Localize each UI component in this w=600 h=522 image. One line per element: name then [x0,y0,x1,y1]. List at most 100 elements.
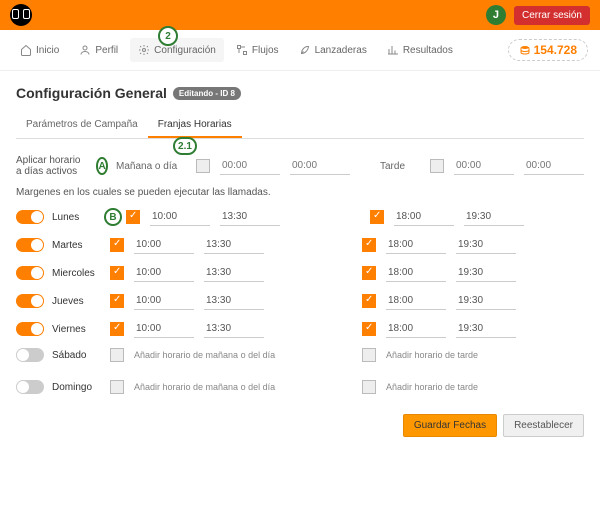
main-nav: Inicio Perfil Configuración Flujos Lanza… [0,30,600,71]
logout-button[interactable]: Cerrar sesión [514,6,590,25]
day-toggle-viernes[interactable] [16,322,44,336]
afternoon-end[interactable] [456,292,516,310]
apply-afternoon-start[interactable] [454,157,514,175]
add-morning-text: Añadir horario de mañana o del día [134,350,275,360]
balance-display: 154.728 [508,39,588,61]
morning-end[interactable] [220,208,280,226]
annotation-badge-b: B [104,208,122,226]
day-row-jueves: Jueves [16,292,584,310]
day-name: Martes [52,240,102,251]
day-row-martes: Martes [16,236,584,254]
nav-label: Flujos [252,45,279,56]
apply-label: Aplicar horario a días activos [16,155,88,177]
add-afternoon-text: Añadir horario de tarde [386,382,478,392]
title-text: Configuración General [16,85,167,101]
morning-checkbox[interactable] [110,322,124,336]
nav-label: Resultados [403,45,453,56]
nav-inicio[interactable]: Inicio [12,38,67,62]
day-row-domingo: Domingo Añadir horario de mañana o del dí… [16,380,584,394]
afternoon-end[interactable] [456,236,516,254]
afternoon-checkbox[interactable] [370,210,384,224]
afternoon-checkbox[interactable] [362,238,376,252]
nav-label: Lanzaderas [315,45,367,56]
apply-active-row: Aplicar horario a días activos A Mañana … [16,155,584,177]
apply-morning-checkbox[interactable] [196,159,210,173]
nav-flujos[interactable]: Flujos [228,38,287,62]
afternoon-start[interactable] [386,236,446,254]
subtabs: Parámetros de Campaña Franjas Horarias 2… [16,113,584,139]
nav-lanzaderas[interactable]: Lanzaderas [291,38,375,62]
day-toggle-domingo[interactable] [16,380,44,394]
morning-start[interactable] [134,264,194,282]
morning-checkbox[interactable] [110,238,124,252]
morning-start[interactable] [134,320,194,338]
morning-end[interactable] [204,320,264,338]
morning-start[interactable] [134,236,194,254]
afternoon-label: Tarde [380,161,420,172]
avatar[interactable]: J [486,5,506,25]
flow-icon [236,44,248,56]
coins-icon [519,44,531,56]
apply-morning-end[interactable] [290,157,350,175]
day-row-lunes: LunesB [16,208,584,226]
morning-end[interactable] [204,292,264,310]
day-row-viernes: Viernes [16,320,584,338]
tab-franjas[interactable]: Franjas Horarias [148,113,242,138]
day-row-sabado: Sábado Añadir horario de mañana o del día… [16,348,584,362]
afternoon-start[interactable] [386,264,446,282]
afternoon-end[interactable] [456,264,516,282]
nav-configuracion[interactable]: Configuración [130,38,224,62]
morning-start[interactable] [150,208,210,226]
editing-pill: Editando - ID 8 [173,87,241,100]
apply-morning-start[interactable] [220,157,280,175]
day-name: Viernes [52,324,102,335]
day-toggle-sabado[interactable] [16,348,44,362]
morning-checkbox[interactable] [110,348,124,362]
add-morning-text: Añadir horario de mañana o del día [134,382,275,392]
day-toggle-miercoles[interactable] [16,266,44,280]
apply-afternoon-checkbox[interactable] [430,159,444,173]
save-button[interactable]: Guardar Fechas [403,414,497,437]
morning-end[interactable] [204,236,264,254]
chart-icon [387,44,399,56]
afternoon-end[interactable] [464,208,524,226]
day-name: Sábado [52,350,102,361]
afternoon-start[interactable] [394,208,454,226]
apply-afternoon-end[interactable] [524,157,584,175]
day-name: Jueves [52,296,102,307]
reset-button[interactable]: Reestablecer [503,414,584,437]
margins-hint: Margenes en los cuales se pueden ejecuta… [16,187,584,198]
day-name: Miercoles [52,268,102,279]
balance-value: 154.728 [534,43,577,57]
nav-label: Configuración [154,45,216,56]
day-name: Domingo [52,382,102,393]
morning-checkbox[interactable] [110,380,124,394]
morning-end[interactable] [204,264,264,282]
morning-checkbox[interactable] [126,210,140,224]
top-bar: J Cerrar sesión [0,0,600,30]
morning-checkbox[interactable] [110,266,124,280]
nav-label: Perfil [95,45,118,56]
home-icon [20,44,32,56]
morning-checkbox[interactable] [110,294,124,308]
tab-parametros[interactable]: Parámetros de Campaña [16,113,148,138]
afternoon-checkbox[interactable] [362,380,376,394]
day-toggle-martes[interactable] [16,238,44,252]
afternoon-checkbox[interactable] [362,266,376,280]
afternoon-start[interactable] [386,292,446,310]
app-logo-icon [10,4,32,26]
afternoon-end[interactable] [456,320,516,338]
afternoon-start[interactable] [386,320,446,338]
day-name: Lunes [52,212,102,223]
morning-label: Mañana o día [116,161,186,172]
afternoon-checkbox[interactable] [362,322,376,336]
afternoon-checkbox[interactable] [362,348,376,362]
nav-resultados[interactable]: Resultados [379,38,461,62]
annotation-badge-21: 2.1 [173,137,197,155]
afternoon-checkbox[interactable] [362,294,376,308]
nav-perfil[interactable]: Perfil [71,38,126,62]
user-icon [79,44,91,56]
day-toggle-jueves[interactable] [16,294,44,308]
morning-start[interactable] [134,292,194,310]
day-toggle-lunes[interactable] [16,210,44,224]
